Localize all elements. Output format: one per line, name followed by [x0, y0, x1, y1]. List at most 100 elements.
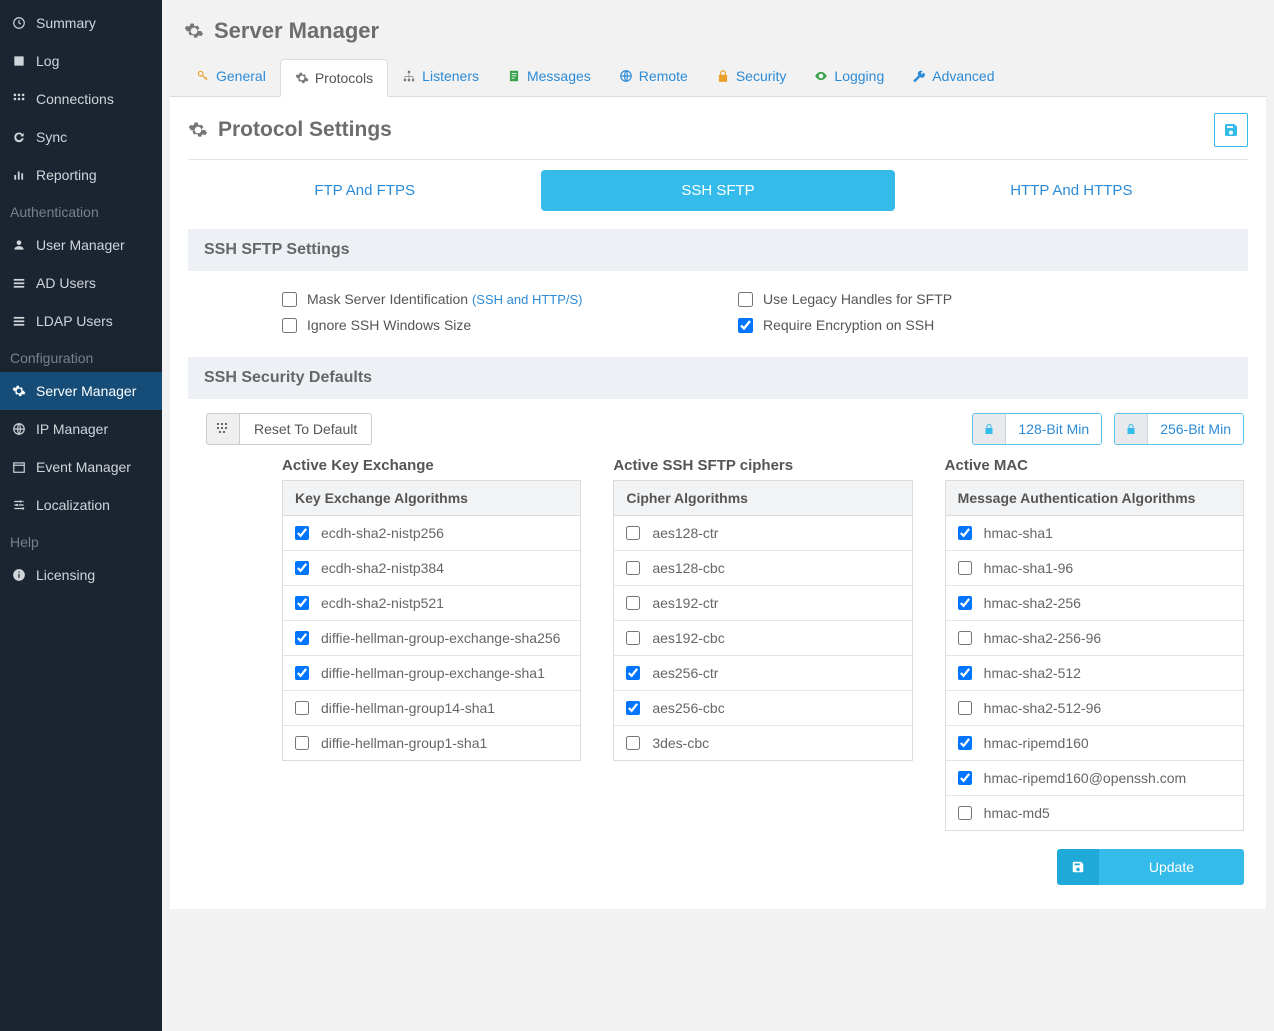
checkbox[interactable]	[958, 596, 972, 610]
option-use-legacy-handles-for-sftp[interactable]: Use Legacy Handles for SFTP	[738, 291, 1154, 307]
table-row[interactable]: aes256-cbc	[614, 691, 911, 726]
key-icon	[196, 69, 210, 83]
table-row[interactable]: aes192-cbc	[614, 621, 911, 656]
checkbox[interactable]	[626, 666, 640, 680]
table-row[interactable]: hmac-ripemd160	[946, 726, 1243, 761]
table-row[interactable]: aes128-cbc	[614, 551, 911, 586]
sidebar-item-localization[interactable]: Localization	[0, 486, 162, 524]
table-row[interactable]: ecdh-sha2-nistp521	[283, 586, 580, 621]
checkbox[interactable]	[958, 806, 972, 820]
checkbox[interactable]	[958, 561, 972, 575]
table-header: Message Authentication Algorithms	[946, 481, 1243, 516]
table-row[interactable]: hmac-sha1-96	[946, 551, 1243, 586]
sidebar-header: Authentication	[0, 194, 162, 226]
checkbox[interactable]	[282, 292, 297, 307]
sidebar-item-user-manager[interactable]: User Manager	[0, 226, 162, 264]
checkbox[interactable]	[958, 771, 972, 785]
sidebar-item-sync[interactable]: Sync	[0, 118, 162, 156]
checkbox[interactable]	[958, 526, 972, 540]
lock-icon	[716, 69, 730, 83]
tab-logging[interactable]: Logging	[800, 58, 898, 96]
table-row[interactable]: diffie-hellman-group-exchange-sha256	[283, 621, 580, 656]
sidebar-item-server-manager[interactable]: Server Manager	[0, 372, 162, 410]
tab-listeners[interactable]: Listeners	[388, 58, 493, 96]
checkbox[interactable]	[626, 736, 640, 750]
update-button[interactable]: Update	[1057, 849, 1244, 885]
tab-remote[interactable]: Remote	[605, 58, 702, 96]
checkbox[interactable]	[295, 631, 309, 645]
clock-icon	[10, 14, 28, 32]
subtab-http-and-https[interactable]: HTTP And HTTPS	[895, 170, 1248, 211]
table-row[interactable]: hmac-ripemd160@openssh.com	[946, 761, 1243, 796]
checkbox[interactable]	[282, 318, 297, 333]
sidebar-item-ip-manager[interactable]: IP Manager	[0, 410, 162, 448]
table-row[interactable]: aes128-ctr	[614, 516, 911, 551]
sidebar-item-log[interactable]: Log	[0, 42, 162, 80]
column-heading: Active SSH SFTP ciphers	[613, 457, 912, 474]
lock-icon	[1115, 414, 1148, 444]
alg-table: Message Authentication Algorithmshmac-sh…	[945, 480, 1244, 831]
tab-protocols[interactable]: Protocols	[280, 59, 388, 97]
tab-label: Protocols	[315, 70, 373, 86]
alg-name: aes256-cbc	[652, 700, 724, 716]
tab-messages[interactable]: Messages	[493, 58, 605, 96]
checkbox[interactable]	[958, 701, 972, 715]
checkbox[interactable]	[738, 318, 753, 333]
checkbox[interactable]	[958, 631, 972, 645]
256bit-button[interactable]: 256-Bit Min	[1114, 413, 1244, 445]
sidebar-item-connections[interactable]: Connections	[0, 80, 162, 118]
subtabs: FTP And FTPSSSH SFTPHTTP And HTTPS	[188, 170, 1248, 211]
checkbox[interactable]	[626, 596, 640, 610]
table-row[interactable]: diffie-hellman-group1-sha1	[283, 726, 580, 760]
option-require-encryption-on-ssh[interactable]: Require Encryption on SSH	[738, 317, 1154, 333]
sidebar-item-ad-users[interactable]: AD Users	[0, 264, 162, 302]
table-row[interactable]: aes256-ctr	[614, 656, 911, 691]
table-row[interactable]: hmac-sha2-512	[946, 656, 1243, 691]
reset-button[interactable]: Reset To Default	[239, 413, 372, 445]
tab-advanced[interactable]: Advanced	[898, 58, 1008, 96]
checkbox[interactable]	[626, 561, 640, 575]
checkbox[interactable]	[626, 701, 640, 715]
table-row[interactable]: hmac-sha2-512-96	[946, 691, 1243, 726]
reset-to-default-group: Reset To Default	[206, 413, 372, 445]
sidebar-item-reporting[interactable]: Reporting	[0, 156, 162, 194]
save-button[interactable]	[1214, 113, 1248, 147]
tab-security[interactable]: Security	[702, 58, 801, 96]
table-row[interactable]: hmac-sha1	[946, 516, 1243, 551]
sidebar-header: Help	[0, 524, 162, 556]
page-header: Server Manager	[162, 0, 1274, 58]
table-row[interactable]: 3des-cbc	[614, 726, 911, 760]
checkbox[interactable]	[738, 292, 753, 307]
sidebar-item-ldap-users[interactable]: LDAP Users	[0, 302, 162, 340]
sidebar-item-licensing[interactable]: Licensing	[0, 556, 162, 594]
checkbox[interactable]	[626, 526, 640, 540]
table-row[interactable]: diffie-hellman-group-exchange-sha1	[283, 656, 580, 691]
alg-name: hmac-ripemd160@openssh.com	[984, 770, 1187, 786]
checkbox[interactable]	[958, 736, 972, 750]
checkbox[interactable]	[295, 526, 309, 540]
tab-general[interactable]: General	[182, 58, 280, 96]
alg-column: Active SSH SFTP ciphers Cipher Algorithms…	[613, 457, 912, 831]
subtab-ssh-sftp[interactable]: SSH SFTP	[541, 170, 894, 211]
table-row[interactable]: hmac-md5	[946, 796, 1243, 830]
128bit-button[interactable]: 128-Bit Min	[972, 413, 1102, 445]
sidebar-item-summary[interactable]: Summary	[0, 4, 162, 42]
sidebar-item-event-manager[interactable]: Event Manager	[0, 448, 162, 486]
alg-table: Cipher Algorithmsaes128-ctraes128-cbcaes…	[613, 480, 912, 761]
checkbox[interactable]	[295, 701, 309, 715]
table-row[interactable]: ecdh-sha2-nistp384	[283, 551, 580, 586]
table-row[interactable]: aes192-ctr	[614, 586, 911, 621]
checkbox[interactable]	[295, 596, 309, 610]
table-row[interactable]: hmac-sha2-256	[946, 586, 1243, 621]
checkbox[interactable]	[295, 736, 309, 750]
checkbox[interactable]	[626, 631, 640, 645]
option-ignore-ssh-windows-size[interactable]: Ignore SSH Windows Size	[282, 317, 698, 333]
checkbox[interactable]	[295, 666, 309, 680]
subtab-ftp-and-ftps[interactable]: FTP And FTPS	[188, 170, 541, 211]
option-mask-server-identification[interactable]: Mask Server Identification (SSH and HTTP…	[282, 291, 698, 307]
table-row[interactable]: ecdh-sha2-nistp256	[283, 516, 580, 551]
table-row[interactable]: diffie-hellman-group14-sha1	[283, 691, 580, 726]
checkbox[interactable]	[295, 561, 309, 575]
table-row[interactable]: hmac-sha2-256-96	[946, 621, 1243, 656]
checkbox[interactable]	[958, 666, 972, 680]
